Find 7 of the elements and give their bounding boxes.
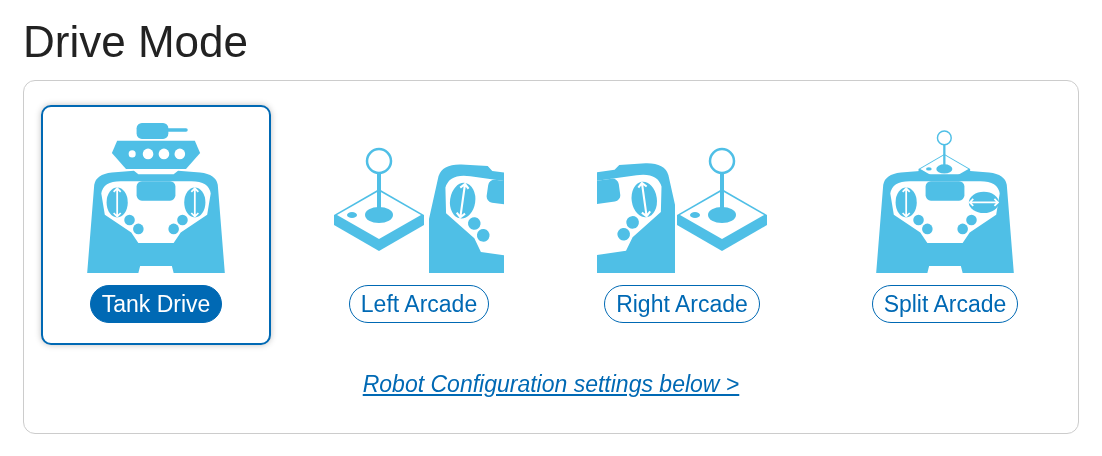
mode-label: Left Arcade [348, 285, 490, 323]
mode-label: Tank Drive [89, 285, 223, 323]
settings-link[interactable]: Robot Configuration settings below > [362, 371, 740, 398]
drive-mode-option[interactable]: Tank Drive [41, 105, 271, 345]
mode-label: Split Arcade [871, 285, 1019, 323]
mode-label: Right Arcade [604, 285, 760, 323]
section-title: Drive Mode [23, 16, 249, 68]
